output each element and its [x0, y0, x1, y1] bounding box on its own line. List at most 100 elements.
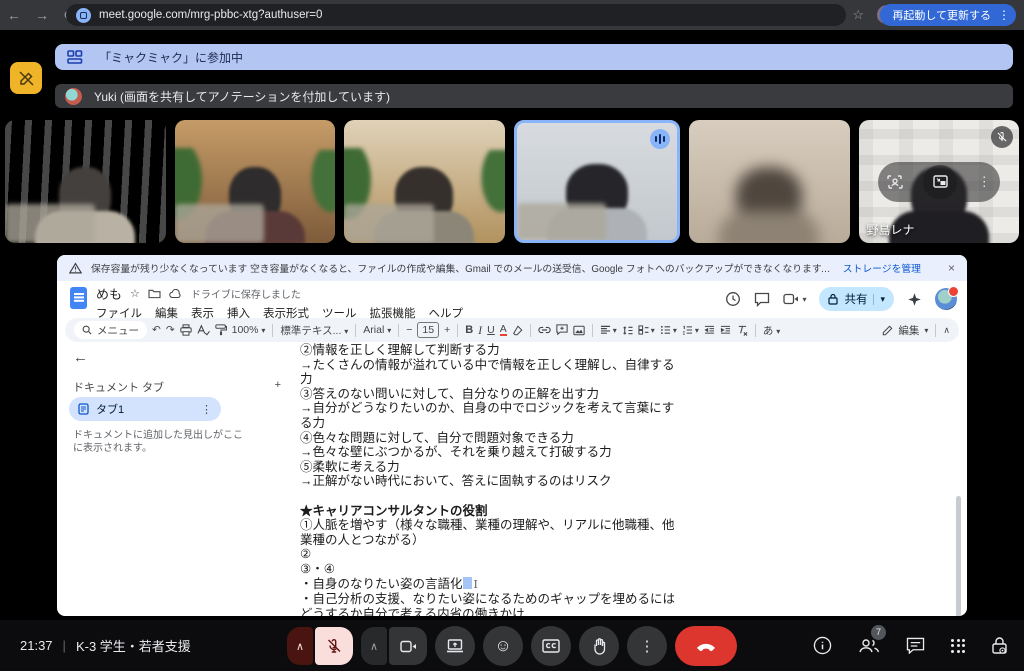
move-folder-icon[interactable] — [148, 288, 161, 299]
browser-forward-icon[interactable]: → — [28, 7, 56, 23]
font-select[interactable]: Arial ▾ — [363, 324, 391, 336]
captions-button[interactable] — [531, 626, 571, 666]
participant-tile[interactable]: ⋮ — [689, 120, 850, 243]
participant-tile[interactable]: ⋮ — [5, 120, 166, 243]
end-call-button[interactable] — [675, 626, 737, 666]
spell-check-icon[interactable] — [197, 324, 210, 336]
docs-menu-item[interactable]: 表示形式 — [263, 305, 309, 321]
gemini-icon[interactable] — [907, 292, 922, 307]
participant-tile[interactable]: ⋮ 野島レナ — [859, 120, 1020, 243]
manage-storage-link[interactable]: ストレージを管理 — [843, 261, 921, 275]
highlight-color-icon[interactable] — [512, 325, 523, 336]
bookmark-star-icon[interactable]: ☆ — [852, 7, 864, 23]
font-size-field[interactable]: 15 — [417, 322, 439, 338]
font-size-increase[interactable]: + — [444, 324, 450, 336]
raise-hand-icon — [592, 638, 607, 655]
activities-icon[interactable] — [951, 639, 965, 653]
docs-menu-item[interactable]: ヘルプ — [429, 305, 464, 321]
meeting-details-icon[interactable] — [813, 636, 832, 655]
clear-formatting-icon[interactable] — [736, 325, 748, 336]
zoom-value: 100% — [232, 324, 259, 336]
numbered-list-select[interactable]: ▾ — [682, 325, 699, 335]
meet-presentation-control[interactable]: ▾ — [783, 293, 806, 305]
picture-in-picture-button[interactable] — [923, 165, 957, 199]
insert-image-icon[interactable] — [573, 325, 585, 336]
text-color-button[interactable]: A — [500, 324, 507, 336]
editing-mode-label: 編集 — [898, 323, 919, 338]
docs-menu-item[interactable]: ファイル — [96, 305, 142, 321]
decrease-indent-icon[interactable] — [704, 325, 715, 335]
browser-menu-icon[interactable]: ⋮ — [998, 8, 1010, 22]
bulleted-list-select[interactable]: ▾ — [660, 325, 677, 335]
more-options-button[interactable]: ⋮ — [627, 626, 667, 666]
google-docs-icon[interactable] — [70, 287, 87, 309]
address-bar[interactable]: meet.google.com/mrg-pbbc-xtg?authuser=0 — [66, 4, 846, 26]
bold-button[interactable]: B — [465, 324, 473, 336]
present-screen-button[interactable] — [435, 626, 475, 666]
star-document-icon[interactable]: ☆ — [130, 287, 140, 300]
host-controls-lock-icon[interactable] — [991, 636, 1008, 655]
docs-toolbar: メニュー ↶ ↷ 100% ▾ 標準テキス... ▾ Arial ▾ − 15 … — [65, 318, 959, 342]
italic-button[interactable]: I — [478, 323, 482, 338]
chevron-down-icon: ▾ — [261, 326, 265, 335]
annotation-toggle-button[interactable] — [10, 62, 42, 94]
paint-format-icon[interactable] — [215, 324, 227, 336]
tabs-panel-back-icon[interactable]: ← — [73, 349, 88, 366]
cloud-saved-icon[interactable] — [169, 289, 183, 299]
document-title[interactable]: めも — [96, 284, 122, 303]
line-spacing-icon[interactable] — [622, 325, 633, 336]
share-button[interactable]: 共有 ▾ — [819, 287, 894, 311]
participant-tile[interactable]: ⋮ — [514, 120, 681, 243]
version-history-icon[interactable] — [725, 291, 741, 307]
captions-icon — [542, 639, 560, 653]
add-tab-button[interactable]: + — [275, 379, 281, 395]
align-select[interactable]: ▾ — [600, 325, 617, 335]
collapse-toolbar-icon[interactable]: ∧ — [943, 325, 950, 336]
mic-options-caret[interactable]: ∧ — [287, 627, 313, 665]
mic-mute-button[interactable] — [315, 627, 353, 665]
print-icon[interactable] — [180, 324, 192, 336]
docs-menu-item[interactable]: 表示 — [191, 305, 214, 321]
document-scrollbar[interactable] — [956, 496, 961, 616]
camera-options-caret[interactable]: ∧ — [361, 627, 387, 665]
share-dropdown-icon[interactable]: ▾ — [873, 294, 885, 305]
presenting-banner: Yuki (画面を共有してアノテーションを付加しています) — [55, 84, 1013, 108]
chrome-update-button[interactable]: 再起動して更新する ⋮ — [880, 4, 1016, 26]
people-panel-button[interactable]: 7 — [858, 638, 880, 654]
reactions-button[interactable]: ☺ — [483, 626, 523, 666]
docs-menu-item[interactable]: 編集 — [155, 305, 178, 321]
editing-mode-select[interactable]: 編集 ▾ — [882, 323, 928, 338]
participant-tile[interactable]: ⋮ — [344, 120, 505, 243]
increase-indent-icon[interactable] — [720, 325, 731, 335]
checklist-select[interactable]: ▾ — [638, 325, 655, 335]
docs-account-avatar[interactable] — [935, 288, 957, 310]
docs-menu-item[interactable]: ツール — [322, 305, 357, 321]
add-comment-icon[interactable] — [556, 324, 568, 336]
text-selection-highlight — [463, 577, 472, 589]
paragraph-style-select[interactable]: 標準テキス... ▾ — [280, 323, 348, 338]
font-size-decrease[interactable]: − — [406, 324, 412, 336]
tile-more-options-icon[interactable]: ⋮ — [978, 174, 991, 190]
comments-icon[interactable] — [754, 292, 770, 307]
browser-back-icon[interactable]: ← — [0, 7, 28, 23]
frame-person-icon[interactable] — [887, 175, 903, 189]
docs-menu-item[interactable]: 挿入 — [227, 305, 250, 321]
participant-tile[interactable]: ⋮ — [175, 120, 336, 243]
insert-link-icon[interactable] — [538, 326, 551, 334]
tab-options-icon[interactable]: ⋮ — [201, 403, 212, 416]
participant-name-label: 野島レナ — [867, 221, 915, 238]
document-tab-1[interactable]: タブ1 ⋮ — [69, 397, 221, 421]
document-text-line: →自分がどうなりたいのか、自身の中でロジックを考えて言葉にすI — [300, 401, 675, 416]
zoom-select[interactable]: 100% ▾ — [232, 324, 266, 336]
undo-icon[interactable]: ↶ — [152, 324, 161, 336]
redo-icon[interactable]: ↷ — [166, 324, 175, 336]
document-editing-area[interactable]: ②情報を正しく理解して判断する力I →たくさんの情報が溢れている中で情報を正しく… — [300, 343, 675, 616]
camera-toggle-button[interactable] — [389, 627, 427, 665]
chat-icon[interactable] — [906, 637, 925, 654]
banner-close-icon[interactable]: × — [948, 261, 955, 275]
input-tools-select[interactable]: あ ▾ — [763, 323, 780, 338]
raise-hand-button[interactable] — [579, 626, 619, 666]
underline-button[interactable]: U — [487, 324, 495, 336]
toolbar-search-menu[interactable]: メニュー — [74, 321, 147, 339]
docs-menu-item[interactable]: 拡張機能 — [370, 305, 416, 321]
